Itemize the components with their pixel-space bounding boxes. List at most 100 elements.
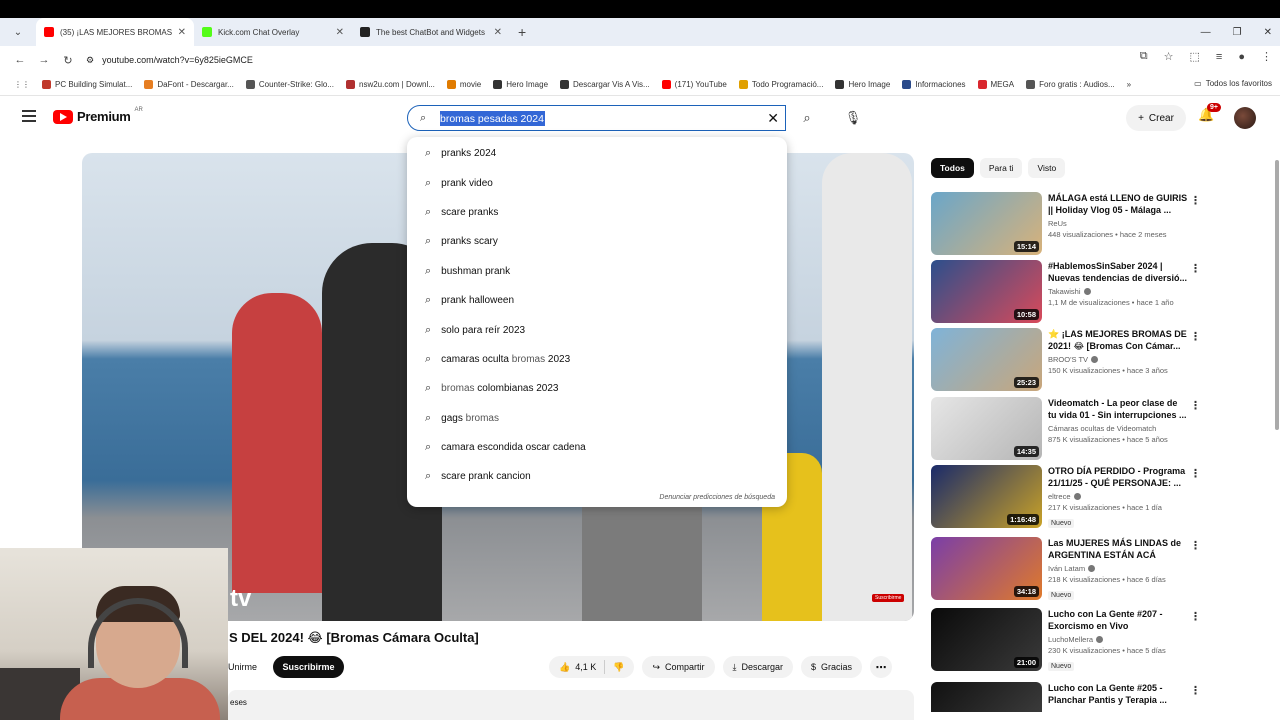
bookmark-item[interactable]: PC Building Simulat... (42, 80, 132, 89)
bookmark-item[interactable]: Todo Programació... (738, 80, 823, 89)
more-options-icon[interactable]: ⋮ (1190, 539, 1201, 552)
suggestion-item[interactable]: ⌕ scare prank cancion (407, 462, 787, 491)
new-tab-plus-icon[interactable]: + (518, 24, 526, 40)
recommendation-title[interactable]: ⭐ ¡LAS MEJORES BROMAS DE 2021! 😂 [Bromas… (1048, 328, 1188, 352)
channel-name[interactable]: BROO'S TV (1048, 355, 1088, 364)
close-tab-icon[interactable]: ✕ (336, 27, 344, 38)
recommendation-title[interactable]: Lucho con La Gente #207 - Exorcismo en V… (1048, 608, 1188, 632)
chip-para-ti[interactable]: Para ti (979, 158, 1023, 178)
more-options-icon[interactable]: ⋮ (1190, 194, 1201, 207)
subscribe-button[interactable]: Suscribirme (273, 656, 344, 678)
recommendation-item[interactable]: 15:14 MÁLAGA está LLENO de GUIRIS || Hol… (931, 192, 1201, 256)
video-thumbnail[interactable]: 25:23 (931, 328, 1042, 391)
media-controls-icon[interactable]: ≡ (1216, 51, 1222, 63)
more-options-icon[interactable]: ⋮ (1190, 684, 1201, 697)
video-thumbnail[interactable] (931, 682, 1042, 712)
recommendation-item[interactable]: 14:35 Videomatch - La peor clase de tu v… (931, 397, 1201, 461)
suggestion-item[interactable]: ⌕ prank video (407, 168, 787, 197)
create-button[interactable]: + Crear (1126, 105, 1186, 131)
tab-youtube[interactable]: (35) ¡LAS MEJORES BROMAS D ✕ (36, 18, 194, 46)
page-scrollbar[interactable] (1275, 100, 1280, 700)
bookmark-item[interactable]: Hero Image (835, 80, 890, 89)
suggestion-item[interactable]: ⌕ scare pranks (407, 198, 787, 227)
clear-search-icon[interactable]: ✕ (767, 110, 779, 127)
bookmark-item[interactable]: Foro gratis : Audios... (1026, 80, 1115, 89)
recommendation-item[interactable]: Lucho con La Gente #205 - Planchar Panti… (931, 682, 1201, 712)
suggestion-item[interactable]: ⌕ bromas colombianas 2023 (407, 374, 787, 403)
recommendation-item[interactable]: 25:23 ⭐ ¡LAS MEJORES BROMAS DE 2021! 😂 [… (931, 328, 1201, 392)
thanks-button[interactable]: $ Gracias (801, 656, 863, 678)
forward-arrow-icon[interactable]: → (32, 54, 56, 66)
suggestion-item[interactable]: ⌕ camaras oculta bromas 2023 (407, 345, 787, 374)
chip-todos[interactable]: Todos (931, 158, 974, 178)
voice-search-mic-icon[interactable]: 🎙 (840, 105, 866, 131)
video-thumbnail[interactable]: 15:14 (931, 192, 1042, 255)
more-options-icon[interactable]: ⋮ (1190, 262, 1201, 275)
suggestion-item[interactable]: ⌕ pranks 2024 (407, 139, 787, 168)
bookmark-item[interactable]: Descargar Vis A Vis... (560, 80, 650, 89)
youtube-premium-logo[interactable]: Premium AR (53, 107, 143, 124)
download-button[interactable]: ⤓ Descargar (722, 656, 794, 678)
recommendation-item[interactable]: 1:16:48 OTRO DÍA PERDIDO - Programa 21/1… (931, 465, 1201, 529)
avatar[interactable] (1234, 107, 1256, 129)
bookmark-star-icon[interactable]: ☆ (1164, 50, 1174, 63)
bookmark-item[interactable]: nsw2u.com | Downl... (346, 80, 435, 89)
all-bookmarks-folder[interactable]: ▭ Todos los favoritos (1194, 79, 1272, 88)
scrollbar-thumb[interactable] (1275, 160, 1279, 430)
suggestion-item[interactable]: ⌕ bushman prank (407, 257, 787, 286)
tab-search-chevron-icon[interactable]: ⌄ (0, 27, 36, 38)
recommendation-title[interactable]: Videomatch - La peor clase de tu vida 01… (1048, 397, 1188, 421)
restore-icon[interactable]: ❐ (1233, 27, 1242, 38)
hamburger-menu-icon[interactable] (22, 110, 36, 122)
bookmark-item[interactable]: movie (446, 80, 481, 89)
tab-kick-overlay[interactable]: Kick.com Chat Overlay ✕ (194, 18, 352, 46)
browser-menu-icon[interactable]: ⋮ (1261, 50, 1272, 63)
channel-name[interactable]: LuchoMellera (1048, 635, 1093, 644)
more-options-icon[interactable]: ⋮ (1190, 610, 1201, 623)
bookmark-item[interactable]: Counter-Strike: Glo... (245, 80, 334, 89)
video-thumbnail[interactable]: 10:58 (931, 260, 1042, 323)
suggestion-item[interactable]: ⌕ prank halloween (407, 286, 787, 315)
suggestion-item[interactable]: ⌕ solo para reír 2023 (407, 315, 787, 344)
bookmark-item[interactable]: DaFont - Descargar... (144, 80, 234, 89)
recommendation-item[interactable]: 10:58 #HablemosSinSaber 2024 | Nuevas te… (931, 260, 1201, 324)
search-button[interactable]: ⌕ (786, 105, 828, 131)
video-thumbnail[interactable]: 34:18 (931, 537, 1042, 600)
close-window-icon[interactable]: ✕ (1264, 27, 1272, 38)
channel-name[interactable]: Iván Latam (1048, 564, 1085, 573)
minimize-icon[interactable]: — (1201, 27, 1211, 38)
channel-name[interactable]: eltrece (1048, 492, 1071, 501)
share-button[interactable]: ↪ Compartir (642, 656, 715, 678)
video-thumbnail[interactable]: 14:35 (931, 397, 1042, 460)
suggestion-item[interactable]: ⌕ gags bromas (407, 404, 787, 433)
site-info-icon[interactable]: ⚙ (86, 55, 94, 66)
channel-name[interactable]: Cámaras ocultas de Videomatch (1048, 424, 1156, 433)
video-thumbnail[interactable]: 21:00 (931, 608, 1042, 671)
recommendation-title[interactable]: #HablemosSinSaber 2024 | Nuevas tendenci… (1048, 260, 1188, 284)
player-subscribe-watermark[interactable]: Suscribirme (872, 594, 905, 602)
apps-grid-icon[interactable]: ⋮⋮ (14, 80, 30, 89)
url-text[interactable]: youtube.com/watch?v=6y825ieGMCE (102, 55, 253, 65)
suggestion-item[interactable]: ⌕ camara escondida oscar cadena (407, 433, 787, 462)
search-input[interactable] (440, 110, 740, 128)
reload-icon[interactable]: ↻ (56, 54, 80, 67)
more-options-icon[interactable]: ⋮ (1190, 467, 1201, 480)
more-actions-icon[interactable]: ⋯ (870, 656, 893, 678)
search-box[interactable]: ⌕ ✕ (407, 105, 786, 131)
channel-name[interactable]: Takawishi (1048, 287, 1081, 296)
recommendation-title[interactable]: Lucho con La Gente #205 - Planchar Panti… (1048, 682, 1188, 706)
more-options-icon[interactable]: ⋮ (1190, 399, 1201, 412)
recommendation-item[interactable]: 21:00 Lucho con La Gente #207 - Exorcism… (931, 608, 1201, 672)
recommendation-title[interactable]: Las MUJERES MÁS LINDAS de ARGENTINA ESTÁ… (1048, 537, 1188, 561)
bookmark-item[interactable]: Hero Image (493, 80, 548, 89)
bookmark-item[interactable]: MEGA (977, 80, 1014, 89)
dislike-button[interactable]: 👎 (605, 662, 634, 673)
report-predictions-link[interactable]: Denunciar predicciones de búsqueda (659, 494, 775, 501)
close-tab-icon[interactable]: ✕ (494, 27, 502, 38)
install-app-icon[interactable]: ⧉ (1140, 50, 1148, 63)
join-button[interactable]: Unirme (228, 656, 257, 678)
suggestion-item[interactable]: ⌕ pranks scary (407, 227, 787, 256)
back-arrow-icon[interactable]: ← (8, 54, 32, 66)
more-bookmarks-chevron-icon[interactable]: » (1127, 80, 1131, 89)
description-box[interactable]: eses (228, 690, 914, 720)
